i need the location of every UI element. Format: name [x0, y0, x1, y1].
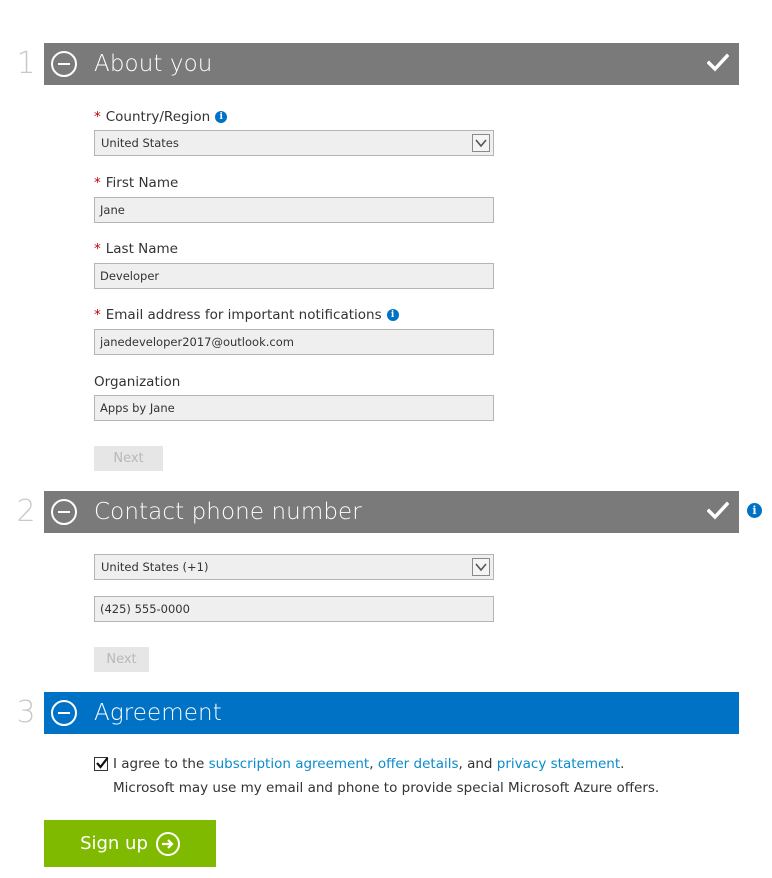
- phone-input[interactable]: (425) 555-0000: [94, 596, 494, 622]
- step-number-1: 1: [16, 46, 36, 81]
- section-title: Agreement: [94, 700, 222, 726]
- last-name-label: * Last Name: [94, 241, 178, 257]
- email-label: * Email address for important notificati…: [94, 307, 399, 323]
- organization-label-text: Organization: [94, 374, 181, 390]
- country-code-value: United States (+1): [101, 560, 209, 574]
- agreement-separator: , and: [458, 756, 497, 772]
- organization-input[interactable]: Apps by Jane: [94, 395, 494, 421]
- check-icon: [96, 757, 109, 769]
- check-icon: [707, 53, 729, 72]
- country-select[interactable]: United States: [94, 130, 494, 156]
- email-input[interactable]: janedeveloper2017@outlook.com: [94, 329, 494, 355]
- last-name-input[interactable]: Developer: [94, 263, 494, 289]
- sign-up-button[interactable]: Sign up: [44, 820, 216, 867]
- section-header-about-you[interactable]: About you: [44, 43, 739, 85]
- about-next-button[interactable]: Next: [94, 446, 163, 471]
- agreement-checkbox[interactable]: [94, 757, 109, 771]
- section-title: Contact phone number: [94, 499, 362, 525]
- organization-label: Organization: [94, 374, 180, 390]
- info-icon[interactable]: i: [215, 111, 228, 123]
- step-number-2: 2: [16, 494, 36, 529]
- privacy-statement-link[interactable]: privacy statement: [497, 756, 620, 772]
- info-icon[interactable]: i: [747, 503, 762, 518]
- collapse-icon[interactable]: [51, 700, 77, 726]
- first-name-input[interactable]: Jane: [94, 197, 494, 223]
- collapse-icon[interactable]: [51, 499, 77, 525]
- required-marker: *: [94, 307, 101, 323]
- country-value: United States: [101, 136, 179, 150]
- first-name-label-text: First Name: [105, 175, 179, 191]
- country-code-select[interactable]: United States (+1): [94, 554, 494, 580]
- country-label: * Country/Region i: [94, 109, 228, 125]
- step-number-3: 3: [16, 695, 36, 730]
- agreement-suffix: .: [620, 756, 625, 772]
- agreement-separator: ,: [369, 756, 378, 772]
- offers-notice: Microsoft may use my email and phone to …: [113, 780, 660, 796]
- email-label-text: Email address for important notification…: [105, 307, 382, 323]
- chevron-down-icon[interactable]: [472, 558, 490, 576]
- required-marker: *: [94, 109, 101, 125]
- agreement-row: I agree to the subscription agreement , …: [94, 756, 624, 772]
- sign-up-label: Sign up: [80, 833, 148, 854]
- arrow-right-icon: [155, 831, 180, 856]
- signup-page: 1 About you * Country/Region i United St…: [0, 0, 772, 878]
- check-icon: [707, 501, 729, 520]
- collapse-icon[interactable]: [51, 51, 77, 77]
- first-name-label: * First Name: [94, 175, 178, 191]
- section-header-agreement[interactable]: Agreement: [44, 692, 739, 734]
- country-label-text: Country/Region: [105, 109, 211, 125]
- phone-next-button[interactable]: Next: [94, 647, 149, 672]
- subscription-agreement-link[interactable]: subscription agreement: [209, 756, 370, 772]
- section-title: About you: [94, 51, 213, 77]
- chevron-down-icon[interactable]: [472, 134, 490, 152]
- offer-details-link[interactable]: offer details: [378, 756, 459, 772]
- required-marker: *: [94, 241, 101, 257]
- required-marker: *: [94, 175, 101, 191]
- last-name-label-text: Last Name: [105, 241, 178, 257]
- section-header-contact-phone[interactable]: Contact phone number: [44, 491, 739, 533]
- info-icon[interactable]: i: [386, 309, 399, 321]
- agreement-text: I agree to the: [113, 756, 209, 772]
